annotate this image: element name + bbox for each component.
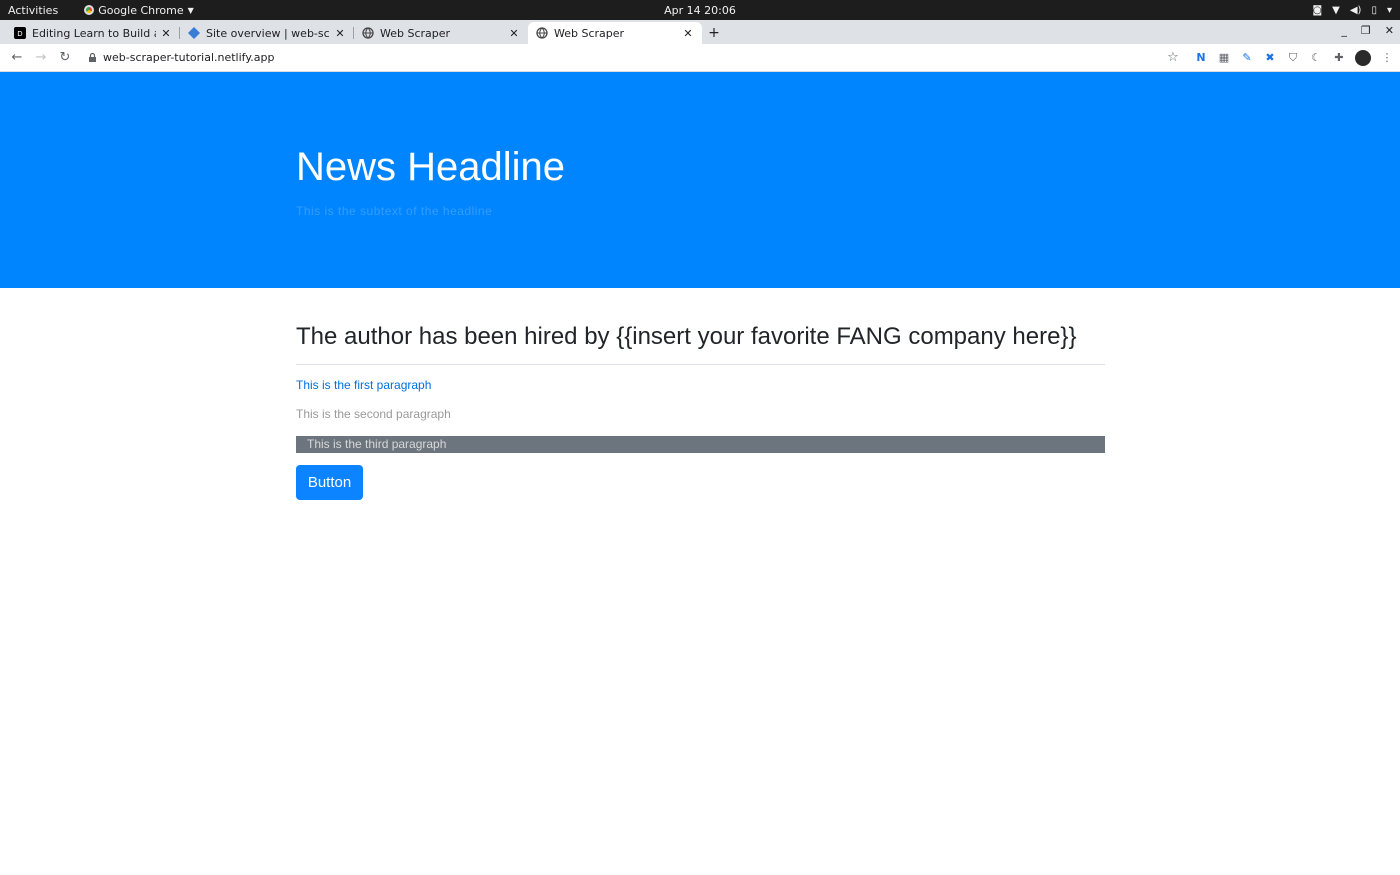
url-text: web-scraper-tutorial.netlify.app — [103, 51, 275, 64]
extensions-area: N ▦ ✎ ✖ ⛉ ☾ ✚ ⋮ — [1194, 49, 1394, 66]
app-menu[interactable]: Google Chrome ▼ — [84, 4, 194, 17]
lock-icon — [89, 53, 96, 62]
globe-icon — [536, 27, 548, 39]
close-window-button[interactable]: ✕ — [1385, 24, 1394, 37]
netlify-icon — [188, 27, 200, 39]
jumbotron-content: News Headline This is the subtext of the… — [296, 144, 565, 218]
article-title: The author has been hired by {{insert yo… — [296, 320, 1105, 365]
minimize-button[interactable]: _ — [1341, 24, 1347, 37]
restore-button[interactable]: ❐ — [1361, 24, 1371, 37]
tab-editing[interactable]: D Editing Learn to Build a W ✕ — [6, 22, 180, 44]
main-content: The author has been hired by {{insert yo… — [296, 320, 1105, 500]
jumbotron: News Headline This is the subtext of the… — [0, 72, 1400, 288]
close-icon[interactable]: ✕ — [508, 27, 520, 40]
globe-icon — [362, 27, 374, 39]
tab-strip: D Editing Learn to Build a W ✕ Site over… — [0, 20, 1400, 44]
tab-web-scraper-active[interactable]: Web Scraper ✕ — [528, 22, 702, 44]
clock[interactable]: Apr 14 20:06 — [664, 4, 736, 17]
back-button[interactable]: ← — [6, 47, 28, 69]
activities-button[interactable]: Activities — [0, 4, 66, 17]
extension-n-icon[interactable]: N — [1194, 51, 1208, 65]
battery-icon: ▯ — [1371, 4, 1377, 16]
extension-calendar-icon[interactable]: ▦ — [1217, 51, 1231, 65]
system-top-bar: Activities Google Chrome ▼ Apr 14 20:06 … — [0, 0, 1400, 20]
browser-toolbar: ← → ↻ web-scraper-tutorial.netlify.app ☆… — [0, 44, 1400, 72]
first-paragraph: This is the first paragraph — [296, 378, 432, 392]
extension-shield-icon[interactable]: ⛉ — [1286, 51, 1300, 65]
profile-avatar[interactable] — [1355, 49, 1371, 66]
primary-button[interactable]: Button — [296, 465, 363, 500]
reload-button[interactable]: ↻ — [54, 47, 76, 69]
headline-subtext: This is the subtext of the headline — [296, 204, 493, 218]
close-icon[interactable]: ✕ — [160, 27, 172, 40]
extensions-puzzle-icon[interactable]: ✚ — [1332, 51, 1346, 65]
extension-moon-icon[interactable]: ☾ — [1309, 51, 1323, 65]
bookmark-star-icon[interactable]: ☆ — [1162, 47, 1184, 69]
power-menu-chevron-icon: ▾ — [1386, 4, 1392, 16]
tab-web-scraper[interactable]: Web Scraper ✕ — [354, 22, 528, 44]
close-icon[interactable]: ✕ — [334, 27, 346, 40]
tab-title: Editing Learn to Build a W — [32, 26, 156, 40]
chevron-down-icon: ▼ — [187, 5, 194, 15]
close-icon[interactable]: ✕ — [682, 27, 694, 40]
second-paragraph: This is the second paragraph — [296, 407, 451, 421]
news-headline: News Headline — [296, 145, 566, 189]
system-tray[interactable]: ◙ ▼ ◀) ▯ ▾ — [1312, 5, 1392, 16]
dev-to-icon: D — [14, 27, 26, 39]
new-tab-button[interactable]: + — [702, 22, 726, 44]
third-paragraph: This is the third paragraph — [296, 436, 1105, 453]
extension-cross-icon[interactable]: ✖ — [1263, 51, 1277, 65]
tab-title: Web Scraper — [380, 26, 451, 40]
extension-pen-icon[interactable]: ✎ — [1240, 51, 1254, 65]
window-controls: _ ❐ ✕ — [1341, 24, 1394, 37]
wifi-icon: ▼ — [1332, 4, 1340, 16]
menu-kebab-icon[interactable]: ⋮ — [1380, 51, 1394, 65]
tab-title: Web Scraper — [554, 26, 625, 40]
chrome-icon — [84, 5, 95, 15]
app-menu-label: Google Chrome — [98, 3, 184, 17]
svg-text:D: D — [17, 30, 22, 38]
tab-site-overview[interactable]: Site overview | web-scrap ✕ — [180, 22, 354, 44]
volume-icon: ◀) — [1349, 4, 1362, 16]
network-status-icon: ◙ — [1312, 4, 1323, 16]
tab-title: Site overview | web-scrap — [206, 26, 330, 40]
forward-button[interactable]: → — [30, 47, 52, 69]
address-bar[interactable]: web-scraper-tutorial.netlify.app — [78, 47, 1162, 69]
